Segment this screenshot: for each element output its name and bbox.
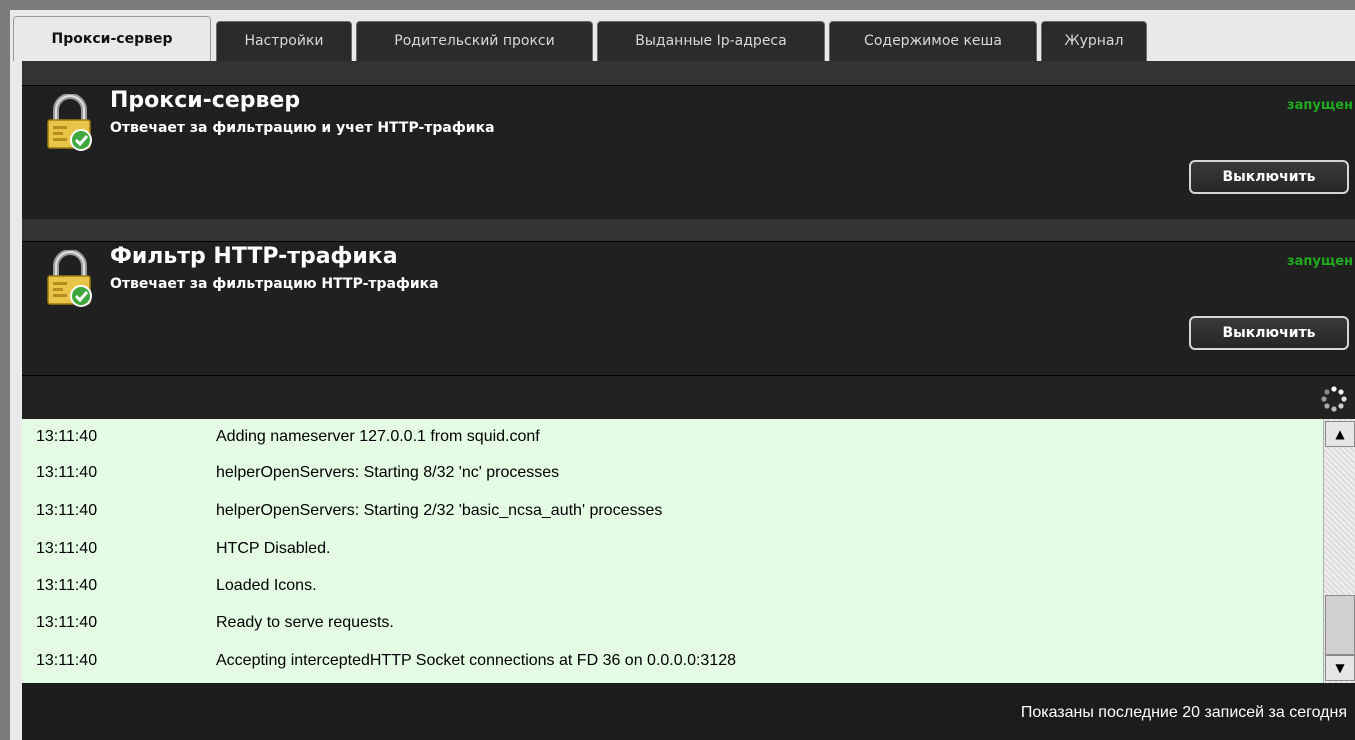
tab-cache-contents[interactable]: Содержимое кеша (829, 21, 1037, 61)
disable-http-filter-button[interactable]: Выключить (1189, 316, 1349, 350)
log-row: 13:11:40 helperOpenServers: Starting 8/3… (22, 455, 1322, 491)
log-message: Accepting interceptedHTTP Socket connect… (216, 652, 737, 669)
tab-log[interactable]: Журнал (1041, 21, 1147, 61)
log-message: helperOpenServers: Starting 2/32 'basic_… (216, 502, 663, 519)
service-http-filter: Фильтр HTTP-трафика Отвечает за фильтрац… (22, 241, 1355, 376)
tab-proxy-server[interactable]: Прокси-сервер (13, 16, 211, 61)
log-toolbar (22, 375, 1355, 420)
log-row: 13:11:40 Ready to serve requests. (22, 605, 1322, 641)
log-time: 13:11:40 (36, 577, 98, 594)
section-separator (22, 219, 1355, 241)
log-time: 13:11:40 (36, 614, 98, 631)
refresh-icon[interactable] (1321, 386, 1347, 412)
status-badge: запущен (1287, 254, 1353, 269)
log-time: 13:11:40 (36, 502, 98, 519)
service-title: Прокси-сервер (110, 88, 301, 113)
main-panel: Прокси-сервер Отвечает за фильтрацию и у… (22, 61, 1355, 740)
log-time: 13:11:40 (36, 464, 98, 481)
scrollbar-thumb[interactable] (1325, 595, 1355, 655)
log-time: 13:11:40 (36, 428, 98, 445)
log-time: 13:11:40 (36, 652, 98, 669)
log-row: 13:11:40 helperOpenServers: Starting 2/3… (22, 493, 1322, 529)
scroll-up-icon[interactable]: ▲ (1325, 421, 1355, 447)
section-separator (22, 61, 1355, 85)
log-message: Adding nameserver 127.0.0.1 from squid.c… (216, 428, 540, 445)
service-description: Отвечает за фильтрацию и учет HTTP-трафи… (110, 120, 495, 136)
lock-check-icon (47, 94, 92, 151)
scroll-down-icon[interactable]: ▼ (1325, 655, 1355, 681)
service-proxy-server: Прокси-сервер Отвечает за фильтрацию и у… (22, 85, 1355, 220)
service-title: Фильтр HTTP-трафика (110, 244, 398, 269)
log-message: Loaded Icons. (216, 577, 317, 594)
tab-parent-proxy[interactable]: Родительский прокси (356, 21, 593, 61)
log-row: 13:11:40 Loaded Icons. (22, 568, 1322, 604)
log-message: helperOpenServers: Starting 8/32 'nc' pr… (216, 464, 560, 481)
service-description: Отвечает за фильтрацию HTTP-трафика (110, 276, 439, 292)
disable-proxy-server-button[interactable]: Выключить (1189, 160, 1349, 194)
log-row: 13:11:40 Accepting interceptedHTTP Socke… (22, 643, 1322, 679)
lock-check-icon (47, 250, 92, 307)
log-row: 13:11:40 Adding nameserver 127.0.0.1 fro… (22, 419, 1322, 455)
tab-settings[interactable]: Настройки (216, 21, 352, 61)
status-badge: запущен (1287, 98, 1353, 113)
log-message: HTCP Disabled. (216, 540, 331, 557)
tab-issued-ip-addresses[interactable]: Выданные Ip-адреса (597, 21, 825, 61)
log-list[interactable]: 13:11:40 Adding nameserver 127.0.0.1 fro… (22, 419, 1355, 683)
log-scrollbar[interactable]: ▲ ▼ (1323, 419, 1355, 683)
log-footer-text: Показаны последние 20 записей за сегодня (1020, 704, 1347, 721)
log-time: 13:11:40 (36, 540, 98, 557)
log-footer: Показаны последние 20 записей за сегодня (22, 683, 1355, 740)
log-row: 13:11:40 HTCP Disabled. (22, 531, 1322, 567)
log-message: Ready to serve requests. (216, 614, 394, 631)
